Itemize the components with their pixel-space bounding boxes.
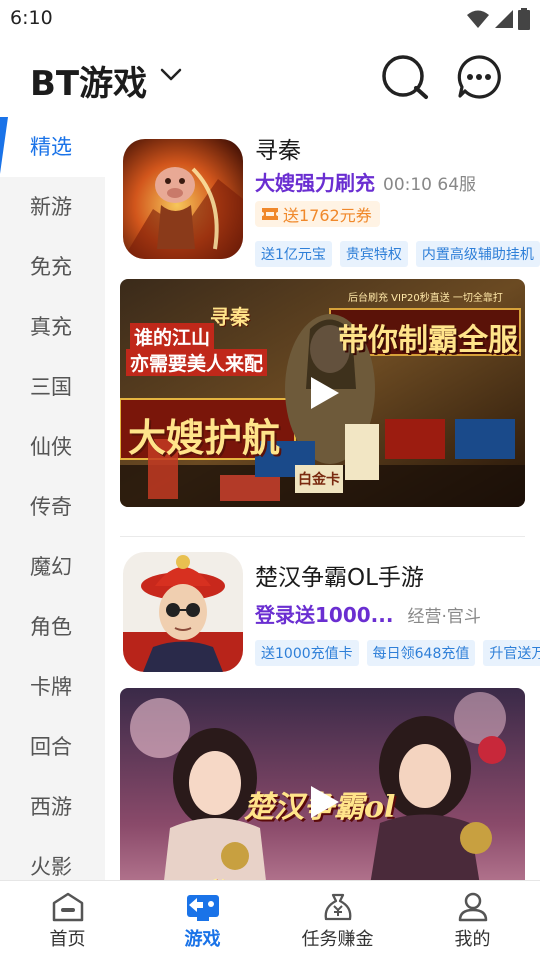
status-icons <box>466 8 530 30</box>
sidebar-item-card[interactable]: 卡牌 <box>0 657 105 717</box>
tag: 升官送万 <box>483 640 540 666</box>
nav-label: 游戏 <box>184 929 221 950</box>
game-icon-xunqin[interactable] <box>123 139 243 259</box>
game-icon-image <box>123 139 243 259</box>
bottom-navigation: 首页 游戏 任务赚金 我的 <box>0 880 540 960</box>
status-bar: 6:10 <box>0 0 540 36</box>
sidebar-item-real-recharge[interactable]: 真充 <box>0 297 105 357</box>
game-name[interactable]: 楚汉争霸OL手游 <box>255 558 424 592</box>
nav-profile[interactable]: 我的 <box>405 881 540 960</box>
nav-label: 首页 <box>49 929 86 950</box>
promo-row: 大嫂强力刷充 00:10 64服 <box>255 167 476 196</box>
nav-label: 任务赚金 <box>301 929 374 950</box>
nav-label: 我的 <box>454 929 491 950</box>
tag: 贵宾特权 <box>339 241 408 267</box>
sidebar-item-free-recharge[interactable]: 免充 <box>0 237 105 297</box>
promo-row: 登录送1000... 经营·官斗 <box>255 599 481 628</box>
battery-icon <box>518 8 530 30</box>
nav-games[interactable]: 游戏 <box>135 881 270 960</box>
game-icon-image <box>123 552 243 672</box>
tag: 送1000充值卡 <box>255 640 359 666</box>
coupon-text: 送1762元券 <box>283 206 372 225</box>
video-banner[interactable]: 寻秦 谁的江山 亦需要美人来配 大嫂护航 带你制霸全服 白金卡 后台刷充 VIP… <box>120 279 525 507</box>
game-name[interactable]: 寻秦 <box>255 131 301 165</box>
sidebar-item-three-kingdoms[interactable]: 三国 <box>0 357 105 417</box>
sidebar-item-featured[interactable]: 精选 <box>0 117 105 177</box>
play-icon[interactable] <box>303 373 343 413</box>
ticket-icon <box>262 208 278 220</box>
category-sidebar: 精选 新游 免充 真充 三国 仙侠 传奇 魔幻 角色 卡牌 回合 西游 火影 <box>0 117 105 880</box>
message-button[interactable] <box>456 54 502 100</box>
search-icon <box>382 55 428 99</box>
chevron-down-icon[interactable] <box>160 68 182 82</box>
coupon-badge: 送1762元券 <box>255 201 380 227</box>
banner-caption-slogan-2: 亦需要美人来配 <box>126 349 268 376</box>
message-icon <box>457 55 501 99</box>
server-info: 00:10 64服 <box>383 175 477 195</box>
nav-tasks[interactable]: 任务赚金 <box>270 881 405 960</box>
sidebar-item-xianxia[interactable]: 仙侠 <box>0 417 105 477</box>
signal-icon <box>495 10 513 28</box>
banner-caption-card: 白金卡 <box>298 472 340 488</box>
sidebar-item-fantasy[interactable]: 魔幻 <box>0 537 105 597</box>
game-card[interactable]: 楚汉争霸OL手游 登录送1000... 经营·官斗 送1000充值卡 每日领64… <box>105 537 540 880</box>
tag: 内置高级辅助挂机 <box>415 241 540 267</box>
genre-info: 经营·官斗 <box>407 607 481 627</box>
sidebar-item-rpg[interactable]: 角色 <box>0 597 105 657</box>
game-icon-chuhan[interactable] <box>123 552 243 672</box>
wifi-icon <box>467 10 489 28</box>
home-icon <box>52 892 83 922</box>
tag: 送1亿元宝 <box>255 241 332 267</box>
promo-text: 大嫂强力刷充 <box>255 171 375 195</box>
page-title[interactable]: BT游戏 <box>30 56 147 105</box>
sidebar-item-turn-based[interactable]: 回合 <box>0 717 105 777</box>
promo-text: 登录送1000... <box>255 603 394 627</box>
sidebar-item-naruto[interactable]: 火影 <box>0 837 105 880</box>
tag-list: 送1亿元宝 贵宾特权 内置高级辅助挂机 <box>255 241 540 267</box>
tag: 每日领648充值 <box>366 640 476 666</box>
banner-caption-title: 寻秦 <box>210 305 250 329</box>
banner-caption-slogan-1: 谁的江山 <box>130 323 215 350</box>
banner-caption-topline: 后台刷充 VIP20秒直送 一切全靠打 <box>348 293 503 304</box>
sidebar-item-legend[interactable]: 传奇 <box>0 477 105 537</box>
video-banner[interactable]: 楚汉争霸ol 登录7日即可 <box>120 688 525 880</box>
banner-caption-tagline: 带你制霸全服 <box>338 323 518 358</box>
game-card[interactable]: 寻秦 大嫂强力刷充 00:10 64服 送1762元券 送1亿元宝 贵宾特权 内… <box>105 117 540 527</box>
nav-home[interactable]: 首页 <box>0 881 135 960</box>
gamepad-icon <box>186 895 219 921</box>
sidebar-item-journey-west[interactable]: 西游 <box>0 777 105 837</box>
money-bag-icon <box>324 893 351 921</box>
sidebar-item-new[interactable]: 新游 <box>0 177 105 237</box>
play-icon[interactable] <box>303 782 343 822</box>
banner-caption-headline: 大嫂护航 <box>128 415 281 460</box>
game-list: 寻秦 大嫂强力刷充 00:10 64服 送1762元券 送1亿元宝 贵宾特权 内… <box>105 117 540 880</box>
banner-caption-headline: 登录7日即可 <box>198 870 392 880</box>
tag-list: 送1000充值卡 每日领648充值 升官送万 <box>255 640 540 666</box>
status-time: 6:10 <box>10 7 53 29</box>
profile-icon <box>458 892 487 922</box>
search-button[interactable] <box>380 54 430 100</box>
app-header: BT游戏 <box>0 40 540 116</box>
